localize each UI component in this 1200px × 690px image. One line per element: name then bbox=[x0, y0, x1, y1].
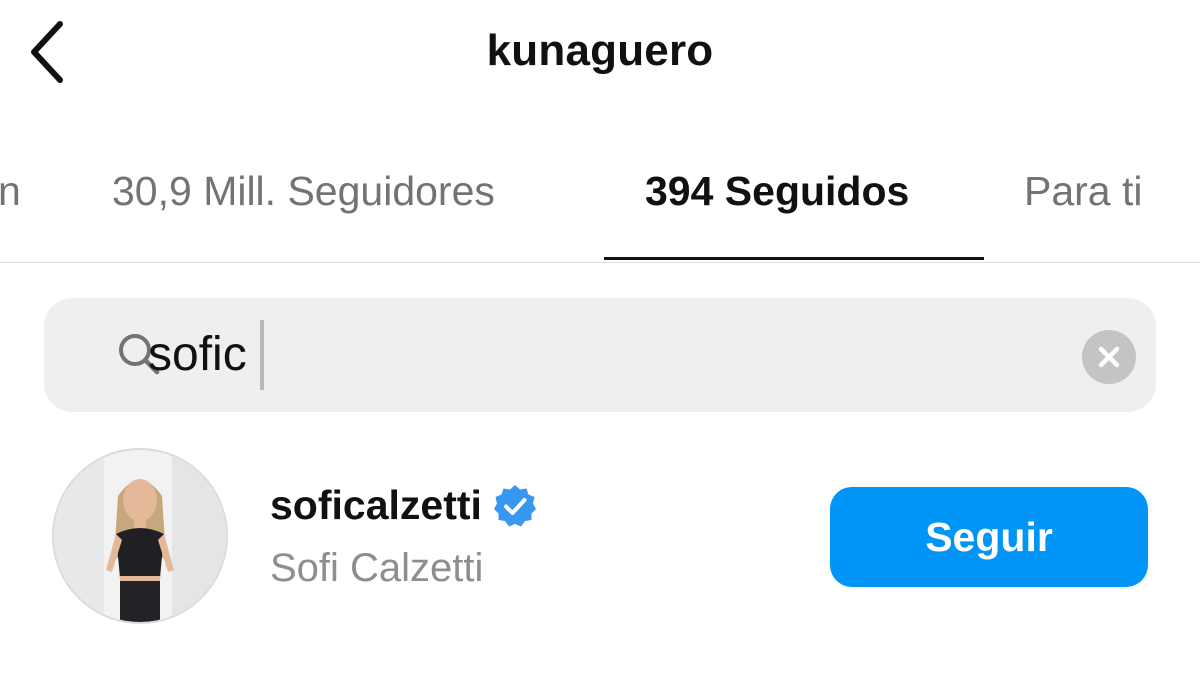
verified-badge-icon bbox=[493, 484, 536, 526]
result-username-link[interactable]: soficalzetti bbox=[270, 482, 538, 529]
tab-for-you[interactable]: Para ti bbox=[1024, 168, 1143, 215]
active-tab-indicator bbox=[604, 257, 984, 260]
avatar[interactable] bbox=[52, 448, 228, 624]
search-input[interactable] bbox=[148, 322, 1048, 386]
result-username: soficalzetti bbox=[270, 482, 482, 528]
tab-partial-left[interactable]: n bbox=[0, 168, 21, 215]
clear-search-button[interactable] bbox=[1082, 330, 1136, 384]
top-bar: kunaguero bbox=[0, 0, 1200, 110]
clear-icon bbox=[1098, 346, 1120, 368]
profile-photo-image bbox=[54, 450, 226, 622]
text-cursor bbox=[260, 320, 264, 390]
profile-username-title: kunaguero bbox=[486, 26, 714, 75]
search-bar bbox=[44, 298, 1156, 412]
tab-following[interactable]: 394 Seguidos bbox=[645, 168, 909, 215]
tab-bar: n 30,9 Mill. Seguidores 394 Seguidos Par… bbox=[0, 140, 1200, 263]
result-full-name: Sofi Calzetti bbox=[270, 546, 484, 590]
following-list-screen: kunaguero n 30,9 Mill. Seguidores 394 Se… bbox=[0, 0, 1200, 690]
tab-followers[interactable]: 30,9 Mill. Seguidores bbox=[112, 168, 495, 215]
follow-button[interactable]: Seguir bbox=[830, 487, 1148, 587]
list-item: soficalzetti Sofi Calzetti Seguir bbox=[0, 440, 1200, 640]
